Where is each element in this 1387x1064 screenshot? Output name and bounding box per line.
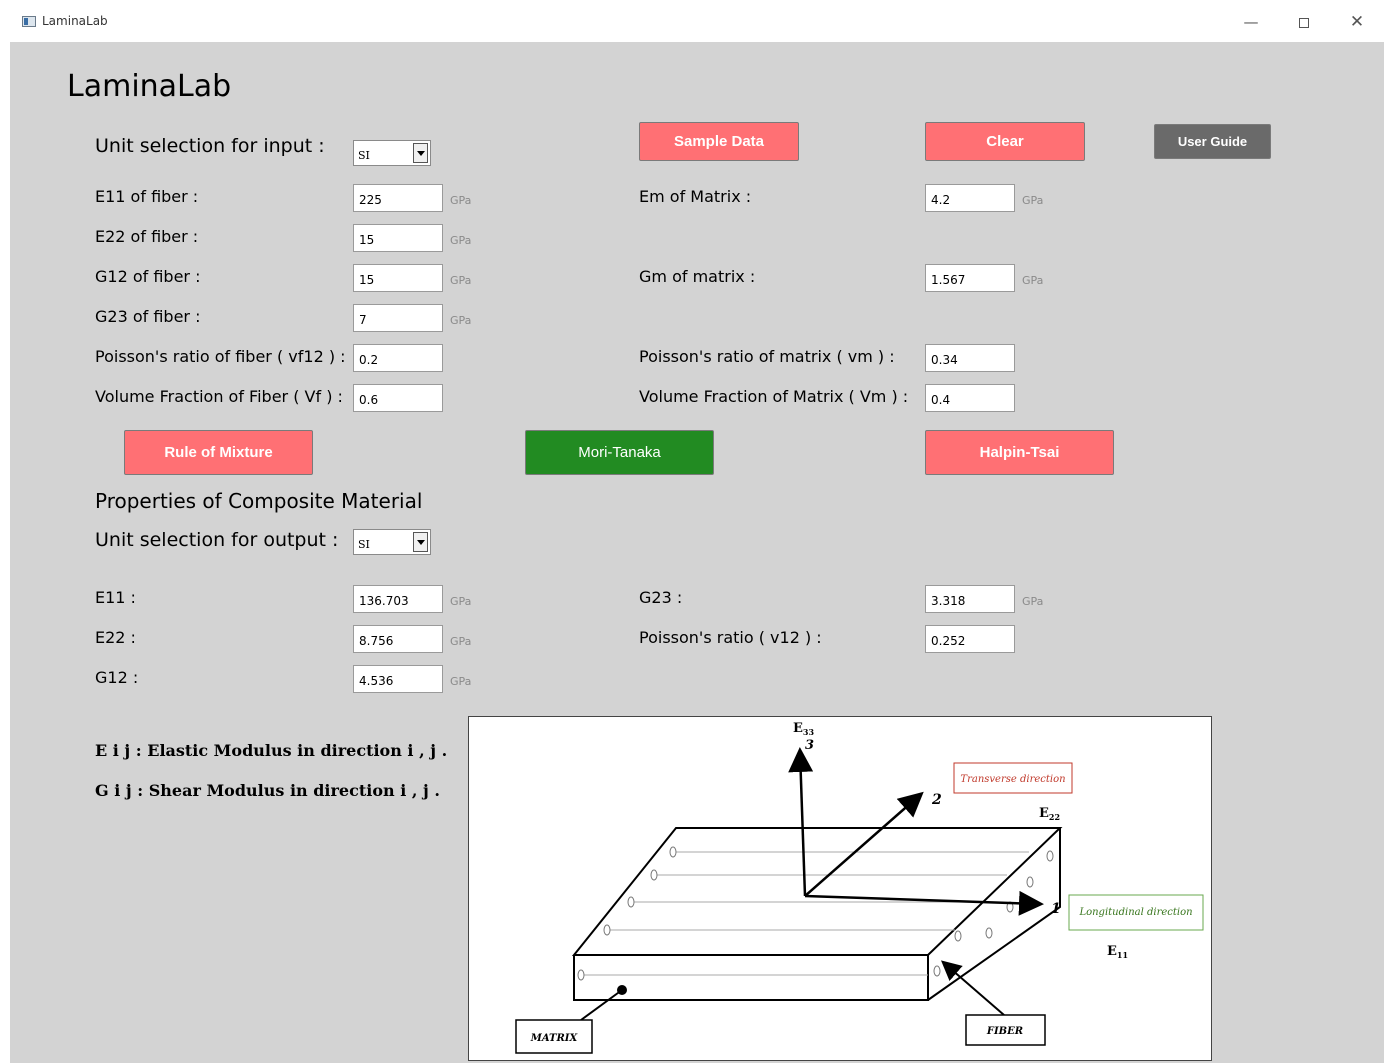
e11-fiber-label: E11 of fiber : bbox=[95, 187, 199, 206]
input-unit-label: Unit selection for input : bbox=[95, 135, 325, 157]
g12-fiber-label: G12 of fiber : bbox=[95, 267, 201, 286]
mori-tanaka-button[interactable]: Mori-Tanaka bbox=[525, 430, 714, 475]
vf12-input[interactable]: 0.2 bbox=[353, 344, 443, 372]
window-title: LaminaLab bbox=[42, 14, 108, 28]
matrix-label: MATRIX bbox=[530, 1033, 579, 1044]
axis-2-label: 2 bbox=[931, 792, 942, 808]
vm-fraction-input[interactable]: 0.4 bbox=[925, 384, 1015, 412]
longitudinal-label: Longitudinal direction bbox=[1078, 907, 1192, 918]
e22-label: E22 bbox=[1039, 806, 1060, 822]
out-e22-field[interactable]: 8.756 bbox=[353, 625, 443, 653]
gm-matrix-label: Gm of matrix : bbox=[639, 267, 756, 286]
axis-1-label: 1 bbox=[1051, 901, 1061, 917]
e33-label: E33 bbox=[793, 721, 814, 737]
e11-fiber-unit: GPa bbox=[450, 194, 472, 207]
lamina-diagram-svg: E33 3 2 1 E22 E11 Transverse direction L… bbox=[515, 721, 1204, 1054]
e22-fiber-unit: GPa bbox=[450, 234, 472, 247]
close-button[interactable]: ✕ bbox=[1342, 10, 1372, 34]
vf-input[interactable]: 0.6 bbox=[353, 384, 443, 412]
main-window: LaminaLab Unit selection for input : SI … bbox=[10, 42, 1384, 1063]
out-g23-field[interactable]: 3.318 bbox=[925, 585, 1015, 613]
axis-3-label: 3 bbox=[805, 738, 814, 753]
em-matrix-input[interactable]: 4.2 bbox=[925, 184, 1015, 212]
input-unit-select[interactable]: SI bbox=[353, 140, 431, 166]
title-bar: LaminaLab — ✕ bbox=[0, 0, 1387, 42]
output-unit-label: Unit selection for output : bbox=[95, 529, 339, 551]
out-g12-field[interactable]: 4.536 bbox=[353, 665, 443, 693]
out-e22-unit: GPa bbox=[450, 635, 472, 648]
vm-ratio-input[interactable]: 0.34 bbox=[925, 344, 1015, 372]
minimize-button[interactable]: — bbox=[1236, 10, 1266, 34]
rule-of-mixture-button[interactable]: Rule of Mixture bbox=[124, 430, 313, 475]
fiber-label: FIBER bbox=[986, 1026, 1023, 1037]
em-matrix-label: Em of Matrix : bbox=[639, 187, 752, 206]
out-e11-unit: GPa bbox=[450, 595, 472, 608]
maximize-button[interactable] bbox=[1289, 10, 1319, 34]
fiber-pointer-line bbox=[940, 960, 1005, 1016]
transverse-label: Transverse direction bbox=[960, 774, 1065, 785]
out-e11-field[interactable]: 136.703 bbox=[353, 585, 443, 613]
out-e11-label: E11 : bbox=[95, 588, 136, 607]
lamina-diagram: E33 3 2 1 E22 E11 Transverse direction L… bbox=[468, 716, 1212, 1061]
e11-label: E11 bbox=[1107, 944, 1128, 960]
g23-fiber-label: G23 of fiber : bbox=[95, 307, 201, 326]
out-g23-label: G23 : bbox=[639, 588, 683, 607]
output-unit-select[interactable]: SI bbox=[353, 529, 431, 555]
vf12-label: Poisson's ratio of fiber ( vf12 ) : bbox=[95, 347, 346, 366]
out-g12-unit: GPa bbox=[450, 675, 472, 688]
app-icon bbox=[22, 16, 36, 27]
vm-ratio-label: Poisson's ratio of matrix ( vm ) : bbox=[639, 347, 895, 366]
vf-label: Volume Fraction of Fiber ( Vf ) : bbox=[95, 387, 343, 406]
g12-fiber-unit: GPa bbox=[450, 274, 472, 287]
g23-fiber-unit: GPa bbox=[450, 314, 472, 327]
clear-button[interactable]: Clear bbox=[925, 122, 1085, 161]
user-guide-button[interactable]: User Guide bbox=[1154, 124, 1271, 159]
em-matrix-unit: GPa bbox=[1022, 194, 1044, 207]
out-g23-unit: GPa bbox=[1022, 595, 1044, 608]
vm-fraction-label: Volume Fraction of Matrix ( Vm ) : bbox=[639, 387, 909, 406]
maximize-icon bbox=[1299, 17, 1309, 28]
gm-matrix-unit: GPa bbox=[1022, 274, 1044, 287]
g12-fiber-input[interactable]: 15 bbox=[353, 264, 443, 292]
output-heading: Properties of Composite Material bbox=[95, 489, 423, 513]
out-g12-label: G12 : bbox=[95, 668, 139, 687]
halpin-tsai-button[interactable]: Halpin-Tsai bbox=[925, 430, 1114, 475]
e22-fiber-input[interactable]: 15 bbox=[353, 224, 443, 252]
out-e22-label: E22 : bbox=[95, 628, 136, 647]
gm-matrix-input[interactable]: 1.567 bbox=[925, 264, 1015, 292]
sample-data-button[interactable]: Sample Data bbox=[639, 122, 799, 161]
out-v12-label: Poisson's ratio ( v12 ) : bbox=[639, 628, 822, 647]
out-v12-field[interactable]: 0.252 bbox=[925, 625, 1015, 653]
legend-shear-modulus: G i j : Shear Modulus in direction i , j… bbox=[95, 781, 440, 800]
output-unit-value: SI bbox=[358, 538, 370, 551]
g23-fiber-input[interactable]: 7 bbox=[353, 304, 443, 332]
e22-fiber-label: E22 of fiber : bbox=[95, 227, 199, 246]
e11-fiber-input[interactable]: 225 bbox=[353, 184, 443, 212]
app-heading: LaminaLab bbox=[67, 69, 232, 104]
slab-fill bbox=[574, 828, 1060, 1000]
legend-elastic-modulus: E i j : Elastic Modulus in direction i ,… bbox=[95, 741, 448, 760]
input-unit-value: SI bbox=[358, 149, 370, 162]
chevron-down-icon[interactable] bbox=[413, 143, 428, 163]
chevron-down-icon[interactable] bbox=[413, 532, 428, 552]
